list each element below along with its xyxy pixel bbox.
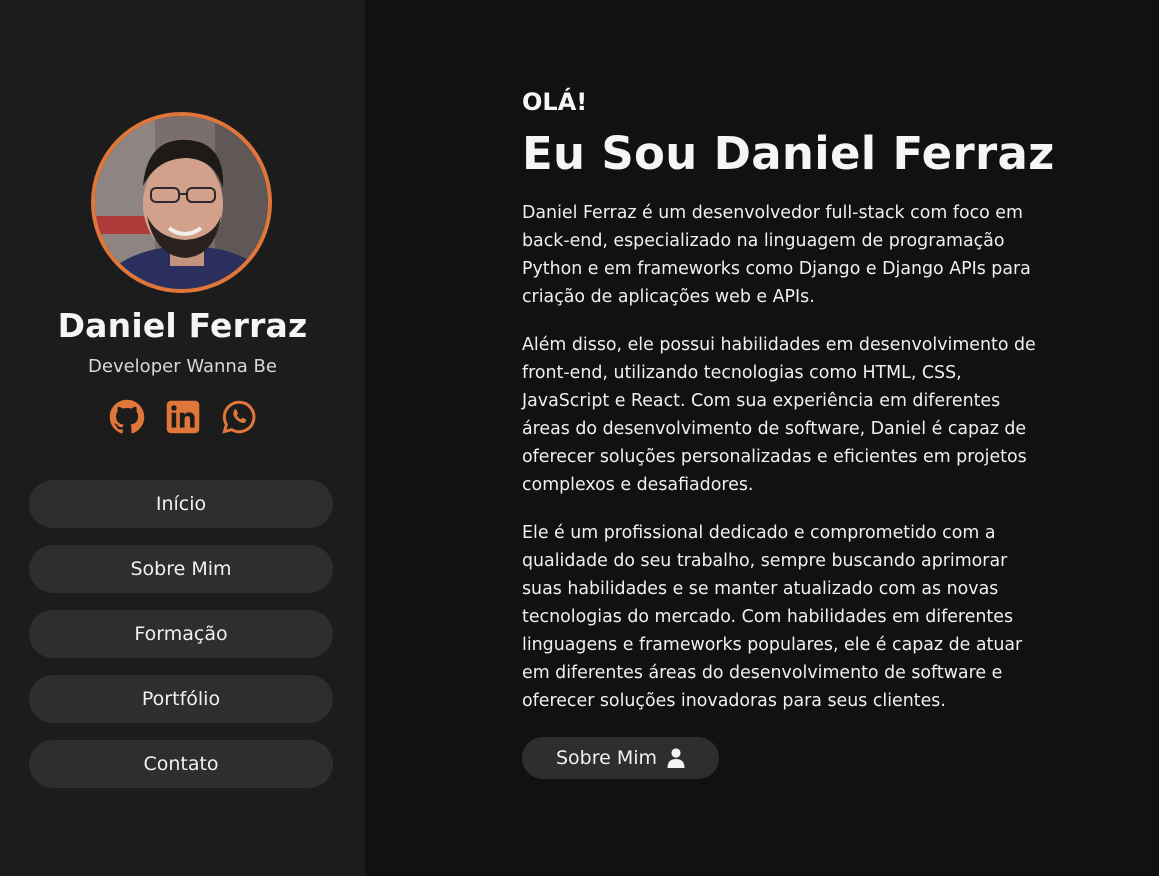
github-icon [109,399,145,434]
sidebar-nav: Início Sobre Mim Formação Portfólio Cont… [29,480,333,805]
about-me-button-label: Sobre Mim [555,747,658,769]
github-link[interactable] [108,398,146,436]
nav-item-formacao[interactable]: Formação [29,610,333,658]
nav-item-inicio[interactable]: Início [29,480,333,528]
linkedin-icon [166,400,200,434]
linkedin-link[interactable] [164,398,202,436]
nav-item-portfolio[interactable]: Portfólio [29,675,333,723]
nav-item-contato[interactable]: Contato [29,740,333,788]
sidebar: Daniel Ferraz Developer Wanna Be Início … [0,0,365,876]
profile-name: Daniel Ferraz [57,306,308,345]
intro-paragraph: Daniel Ferraz é um desenvolvedor full-st… [522,203,1031,307]
profile-photo [95,116,268,289]
social-links [108,398,258,436]
skills-paragraph: Além disso, ele possui habilidades em de… [522,335,1036,495]
profile-paragraph: Ele é um profissional dedicado e comprom… [522,523,1023,711]
whatsapp-link[interactable] [220,398,258,436]
profile-role: Developer Wanna Be [88,356,277,377]
page-title: Eu Sou Daniel Ferraz [522,127,1055,180]
page: Daniel Ferraz Developer Wanna Be Início … [0,0,1159,876]
greeting: OLÁ! [522,88,588,116]
whatsapp-icon [222,400,256,434]
avatar [91,112,272,293]
main-content: OLÁ! Eu Sou Daniel Ferraz Daniel Ferraz … [522,86,1055,779]
user-icon [667,748,685,768]
about-me-button[interactable]: Sobre Mim [522,737,719,779]
nav-item-sobre-mim[interactable]: Sobre Mim [29,545,333,593]
